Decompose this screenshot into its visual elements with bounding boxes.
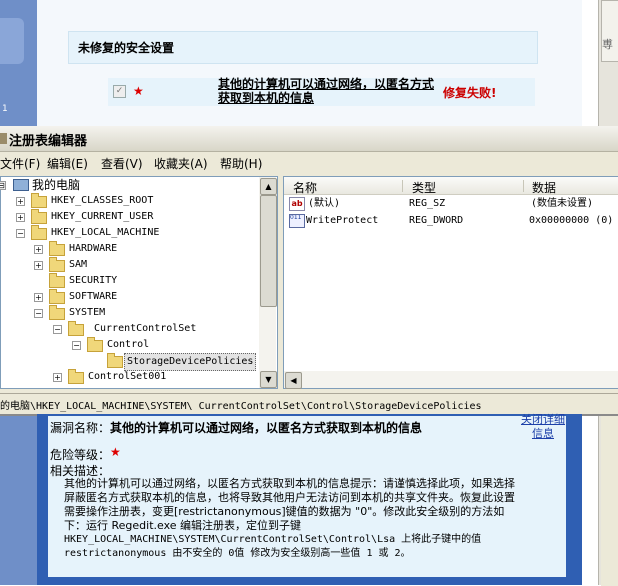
scroll-thumb[interactable] <box>260 195 277 307</box>
status-key-path: 的电脑\HKEY_LOCAL_MACHINE\SYSTEM\ CurrentCo… <box>0 401 482 412</box>
expand-icon[interactable]: + <box>53 373 62 382</box>
column-type-header[interactable]: 类型 <box>412 179 436 196</box>
description-line: 屏蔽匿名方式获取本机的信息，也将导致其他用户无法访问到本机的共享文件夹。恢复此设… <box>64 491 515 504</box>
row-setting-link[interactable]: 其他的计算机可以通过网络，以匿名方式获取到本机的信息 <box>218 77 434 105</box>
tree-vertical-scrollbar[interactable]: ▲ ▼ <box>259 177 277 388</box>
menu-favorites[interactable]: 收藏夹(A) <box>154 155 208 172</box>
tree-label: CurrentControlSet <box>94 323 197 334</box>
computer-icon <box>13 179 29 191</box>
value-data: (数值未设置) <box>531 198 594 209</box>
description-line: HKEY_LOCAL_MACHINE\SYSTEM\CurrentControl… <box>64 534 482 545</box>
right-panel-glyph: 尃 <box>602 38 613 51</box>
description-line: 其他的计算机可以通过网络，以匿名方式获取到本机的信息提示：请谨慎选择此项，如果选… <box>64 477 515 490</box>
menu-edit[interactable]: 编辑(E) <box>47 155 88 172</box>
regedit-menubar: 文件(F) 编辑(E) 查看(V) 收藏夹(A) 帮助(H) <box>0 153 618 173</box>
registry-values-list[interactable]: 名称 类型 数据 ab (默认) REG_SZ (数值未设置) 011 110 … <box>283 176 618 389</box>
expand-icon[interactable]: + <box>34 261 43 270</box>
description-line: 需要操作注册表，变更[restrictanonymous]键值的数据为 "0"。… <box>64 505 505 518</box>
sidebar-number: 1 <box>2 104 8 114</box>
value-name: (默认) <box>308 198 341 209</box>
open-folder-icon <box>107 353 123 368</box>
expand-icon[interactable]: + <box>34 245 43 254</box>
unfixed-settings-title: 未修复的安全设置 <box>78 41 175 55</box>
folder-icon <box>49 273 65 288</box>
tree-label: HARDWARE <box>69 243 118 254</box>
list-row-default[interactable]: ab (默认) REG_SZ (数值未设置) <box>284 195 618 212</box>
expand-icon[interactable]: + <box>16 197 25 206</box>
collapse-icon[interactable]: − <box>34 309 43 318</box>
row-checkbox[interactable]: ✓ <box>113 85 126 98</box>
regedit-titlebar[interactable]: 注册表编辑器 <box>0 126 618 152</box>
tree-label: Control <box>107 339 150 350</box>
close-details-link[interactable]: 关闭详细信息 <box>518 413 568 441</box>
tree-label: SAM <box>69 259 88 270</box>
sidebar-tab[interactable] <box>0 18 24 64</box>
scroll-left-icon[interactable]: ◀ <box>285 372 302 389</box>
string-value-icon: ab <box>289 197 305 211</box>
folder-icon <box>68 369 84 384</box>
folder-icon <box>49 305 65 320</box>
row-status-failed: 修复失败! <box>443 86 497 100</box>
value-name: WriteProtect <box>306 215 379 226</box>
description-line: restrictanonymous 由不安全的 0值 修改为安全级别高一些值 1… <box>64 548 411 559</box>
tree-label: HKEY_CURRENT_USER <box>51 211 154 222</box>
folder-icon <box>31 225 47 240</box>
column-separator[interactable] <box>523 180 524 192</box>
folder-icon <box>49 289 65 304</box>
tree-label: SYSTEM <box>69 307 106 318</box>
vulnerability-name-value: 其他的计算机可以通过网络，以匿名方式获取到本机的信息 <box>110 421 423 435</box>
right-panel-lower <box>601 415 618 586</box>
tree-label: SOFTWARE <box>69 291 118 302</box>
menu-help[interactable]: 帮助(H) <box>220 155 262 172</box>
regedit-statusbar: 的电脑\HKEY_LOCAL_MACHINE\SYSTEM\ CurrentCo… <box>0 393 618 414</box>
folder-icon <box>68 321 84 336</box>
folder-icon <box>31 209 47 224</box>
danger-star-icon: ★ <box>110 445 121 459</box>
list-horizontal-scrollbar[interactable]: ◀ <box>284 371 618 389</box>
tree-label: ControlSet001 <box>88 371 167 382</box>
description-text: 其他的计算机可以通过网络，以匿名方式获取到本机的信息提示：请谨慎选择此项，如果选… <box>64 477 560 561</box>
right-panel-button[interactable] <box>601 0 618 62</box>
column-name-header[interactable]: 名称 <box>293 179 317 196</box>
folder-icon <box>31 193 47 208</box>
tree-label: HKEY_LOCAL_MACHINE <box>51 227 160 238</box>
folder-icon <box>87 337 103 352</box>
regedit-app-icon <box>0 133 7 144</box>
expand-icon[interactable]: + <box>16 213 25 222</box>
collapse-icon[interactable]: − <box>72 341 81 350</box>
tree-label: SECURITY <box>69 275 118 286</box>
regedit-window: 注册表编辑器 文件(F) 编辑(E) 查看(V) 收藏夹(A) 帮助(H) ⊟ … <box>0 126 618 416</box>
expand-icon[interactable]: + <box>34 293 43 302</box>
column-data-header[interactable]: 数据 <box>532 179 556 196</box>
collapse-icon[interactable]: ⊟ <box>0 181 6 190</box>
menu-file[interactable]: 文件(F) <box>0 155 40 172</box>
list-header: 名称 类型 数据 <box>284 177 618 195</box>
danger-level-label: 危险等级： <box>50 448 111 462</box>
vulnerability-name-label: 漏洞名称： <box>50 421 111 435</box>
tree-label: 我的电脑 <box>32 178 81 192</box>
row-danger-star-icon: ★ <box>133 84 144 98</box>
regedit-title: 注册表编辑器 <box>9 134 88 149</box>
column-separator[interactable] <box>402 180 403 192</box>
binary-value-icon: 011 110 <box>289 214 305 228</box>
description-line: 下：运行 Regedit.exe 编辑注册表，定位到子键 <box>64 519 302 532</box>
scroll-down-icon[interactable]: ▼ <box>260 371 277 388</box>
folder-icon <box>49 257 65 272</box>
collapse-icon[interactable]: − <box>53 325 62 334</box>
value-type: REG_DWORD <box>409 215 464 226</box>
scroll-up-icon[interactable]: ▲ <box>260 178 277 195</box>
value-type: REG_SZ <box>409 198 446 209</box>
registry-tree[interactable]: ⊟ 我的电脑 + HKEY_CLASSES_ROOT + HKEY_CURREN… <box>0 176 278 389</box>
collapse-icon[interactable]: − <box>16 229 25 238</box>
folder-icon <box>49 241 65 256</box>
tree-label: HKEY_CLASSES_ROOT <box>51 195 154 206</box>
vulnerability-name: 漏洞名称：其他的计算机可以通过网络，以匿名方式获取到本机的信息 <box>50 419 422 436</box>
list-row-writeprotect[interactable]: 011 110 WriteProtect REG_DWORD 0x0000000… <box>284 212 618 229</box>
value-data: 0x00000000 (0) <box>529 215 614 226</box>
menu-view[interactable]: 查看(V) <box>101 155 143 172</box>
